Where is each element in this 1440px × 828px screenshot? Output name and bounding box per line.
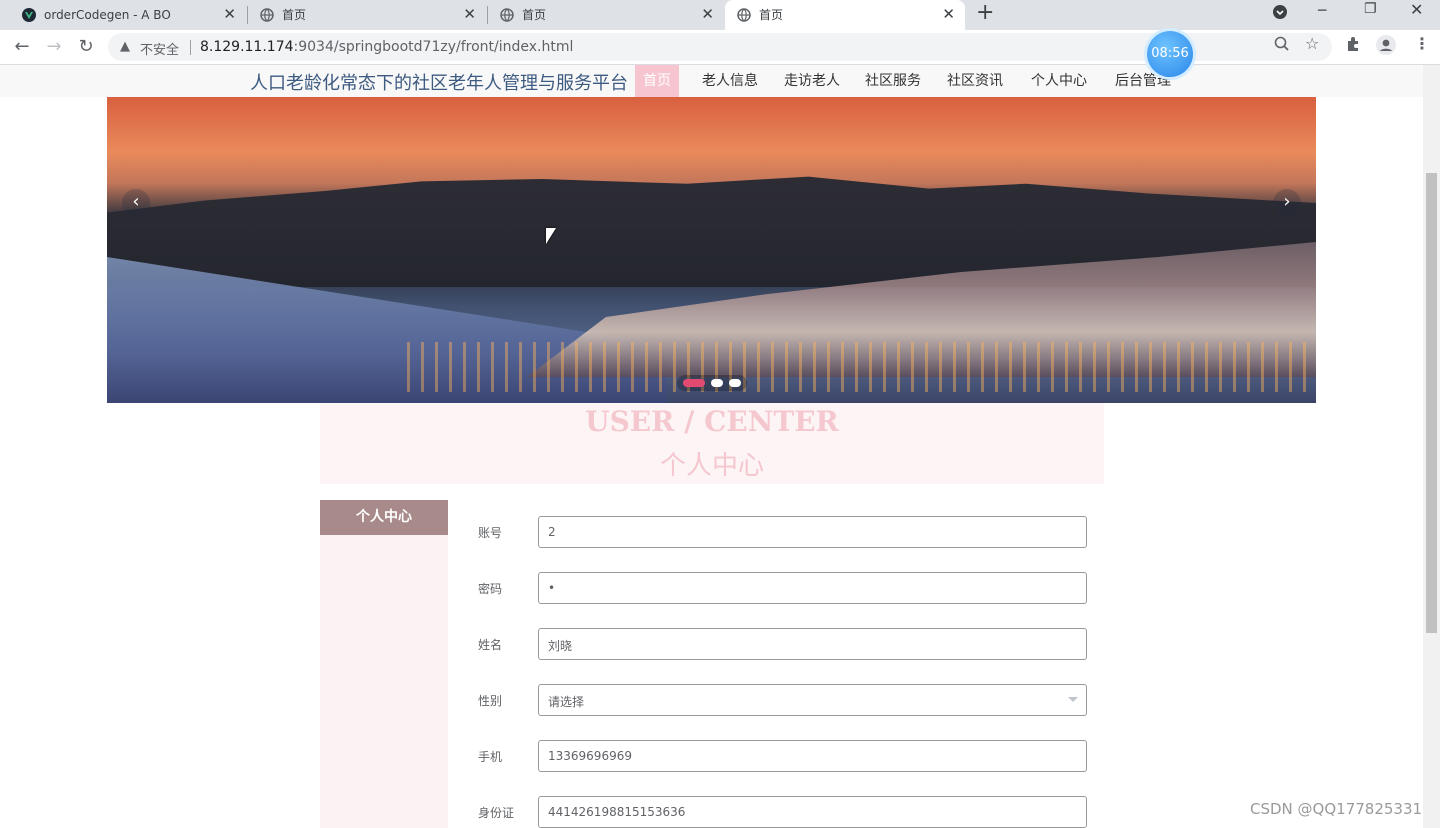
banner-carousel[interactable]: ‹ › [107, 97, 1316, 403]
name-input[interactable]: 刘晓 [538, 628, 1087, 660]
reload-icon[interactable]: ↻ [74, 35, 98, 59]
browser-tab-4[interactable]: 首页 ✕ [725, 0, 965, 30]
browser-tab-bar: orderCodegen - A BO ✕ 首页 ✕ 首页 ✕ 首页 ✕ + ─… [0, 0, 1440, 30]
name-value: 刘晓 [548, 639, 573, 653]
floating-clock: 08:56 [1147, 31, 1193, 77]
carousel-dot-3[interactable] [729, 379, 741, 387]
gender-label: 性别 [478, 694, 503, 708]
vue-icon [22, 8, 36, 22]
zoom-icon[interactable] [1274, 36, 1290, 56]
site-title: 人口老龄化常态下的社区老年人管理与服务平台 [250, 73, 628, 94]
password-value: • [548, 581, 556, 595]
browser-tab-3[interactable]: 首页 ✕ [488, 0, 724, 30]
account-value: 2 [548, 525, 556, 539]
url-host: 8.129.11.174 [200, 39, 294, 55]
nav-item-community-news[interactable]: 社区资讯 [947, 65, 1003, 97]
name-label: 姓名 [478, 638, 503, 652]
account-input[interactable]: 2 [538, 516, 1087, 548]
chevron-down-icon [1068, 697, 1078, 702]
password-label: 密码 [478, 582, 503, 596]
carousel-indicators [677, 375, 747, 391]
section-heading: USER / CENTER 个人中心 [320, 403, 1104, 484]
globe-icon [260, 8, 274, 22]
nav-item-personal-center[interactable]: 个人中心 [1031, 65, 1087, 97]
scrollbar-thumb[interactable] [1426, 173, 1437, 633]
tab-label: 首页 [759, 8, 784, 22]
idcard-value: 441426198815153636 [548, 805, 686, 819]
nav-item-visit-elder[interactable]: 走访老人 [784, 65, 840, 97]
warning-icon: ▲ [120, 39, 130, 54]
url-path: :9034/springbootd71zy/front/index.html [293, 39, 574, 55]
site-header: 人口老龄化常态下的社区老年人管理与服务平台 首页 老人信息 走访老人 社区服务 … [0, 65, 1423, 97]
browser-toolbar: ← → ↻ ▲ 不安全 8.129.11.174:9034/springboot… [0, 30, 1440, 65]
password-input[interactable]: • [538, 572, 1087, 604]
page-scrollbar[interactable] [1423, 65, 1440, 828]
minimize-icon[interactable]: ─ [1318, 3, 1326, 19]
idcard-input[interactable]: 441426198815153636 [538, 796, 1087, 828]
phone-value: 13369696969 [548, 749, 632, 763]
browser-tab-2[interactable]: 首页 ✕ [248, 0, 486, 30]
tab-search-icon[interactable] [1272, 4, 1288, 24]
carousel-dot-1[interactable] [683, 379, 705, 387]
restore-icon[interactable]: ❐ [1364, 1, 1377, 17]
back-icon[interactable]: ← [10, 35, 34, 59]
profile-icon[interactable] [1376, 35, 1396, 59]
idcard-label: 身份证 [478, 806, 515, 820]
nav-item-community-service[interactable]: 社区服务 [865, 65, 921, 97]
phone-label: 手机 [478, 750, 503, 764]
nav-item-elder-info[interactable]: 老人信息 [702, 65, 758, 97]
banner-image-lights [407, 342, 1316, 392]
gender-select[interactable]: 请选择 [538, 684, 1087, 716]
browser-tab-1[interactable]: orderCodegen - A BO ✕ [0, 0, 246, 30]
gender-placeholder: 请选择 [548, 695, 585, 709]
carousel-dot-2[interactable] [711, 379, 723, 387]
side-menu-item-personal-center[interactable]: 个人中心 [320, 500, 448, 535]
globe-icon [737, 8, 751, 22]
globe-icon [500, 8, 514, 22]
close-window-icon[interactable]: ✕ [1410, 0, 1423, 19]
close-icon[interactable]: ✕ [223, 5, 236, 23]
section-title-en: USER / CENTER [585, 405, 839, 438]
close-icon[interactable]: ✕ [701, 5, 714, 23]
new-tab-button[interactable]: + [976, 2, 994, 24]
extensions-icon[interactable] [1345, 36, 1361, 56]
close-icon[interactable]: ✕ [942, 5, 955, 23]
menu-kebab-icon[interactable]: ⋮ [1414, 34, 1430, 53]
carousel-prev-button[interactable]: ‹ [122, 189, 150, 217]
insecure-label: 不安全 [140, 43, 180, 58]
mouse-cursor [546, 228, 556, 244]
omnibox-divider [190, 40, 191, 55]
carousel-next-button[interactable]: › [1273, 189, 1301, 217]
forward-icon[interactable]: → [42, 35, 66, 59]
bookmark-star-icon[interactable]: ☆ [1305, 34, 1319, 53]
side-menu: 个人中心 [320, 500, 448, 828]
tab-label: 首页 [522, 8, 547, 22]
tab-label: 首页 [282, 8, 307, 22]
tab-label: orderCodegen - A BO [44, 8, 171, 22]
section-title-cn: 个人中心 [659, 451, 764, 481]
watermark: CSDN @QQ177825331 [1250, 800, 1423, 818]
account-label: 账号 [478, 526, 503, 540]
close-icon[interactable]: ✕ [463, 5, 476, 23]
page-viewport: 人口老龄化常态下的社区老年人管理与服务平台 首页 老人信息 走访老人 社区服务 … [0, 65, 1423, 828]
url-text[interactable]: 8.129.11.174:9034/springbootd71zy/front/… [200, 39, 573, 55]
phone-input[interactable]: 13369696969 [538, 740, 1087, 772]
nav-item-home[interactable]: 首页 [635, 65, 679, 97]
